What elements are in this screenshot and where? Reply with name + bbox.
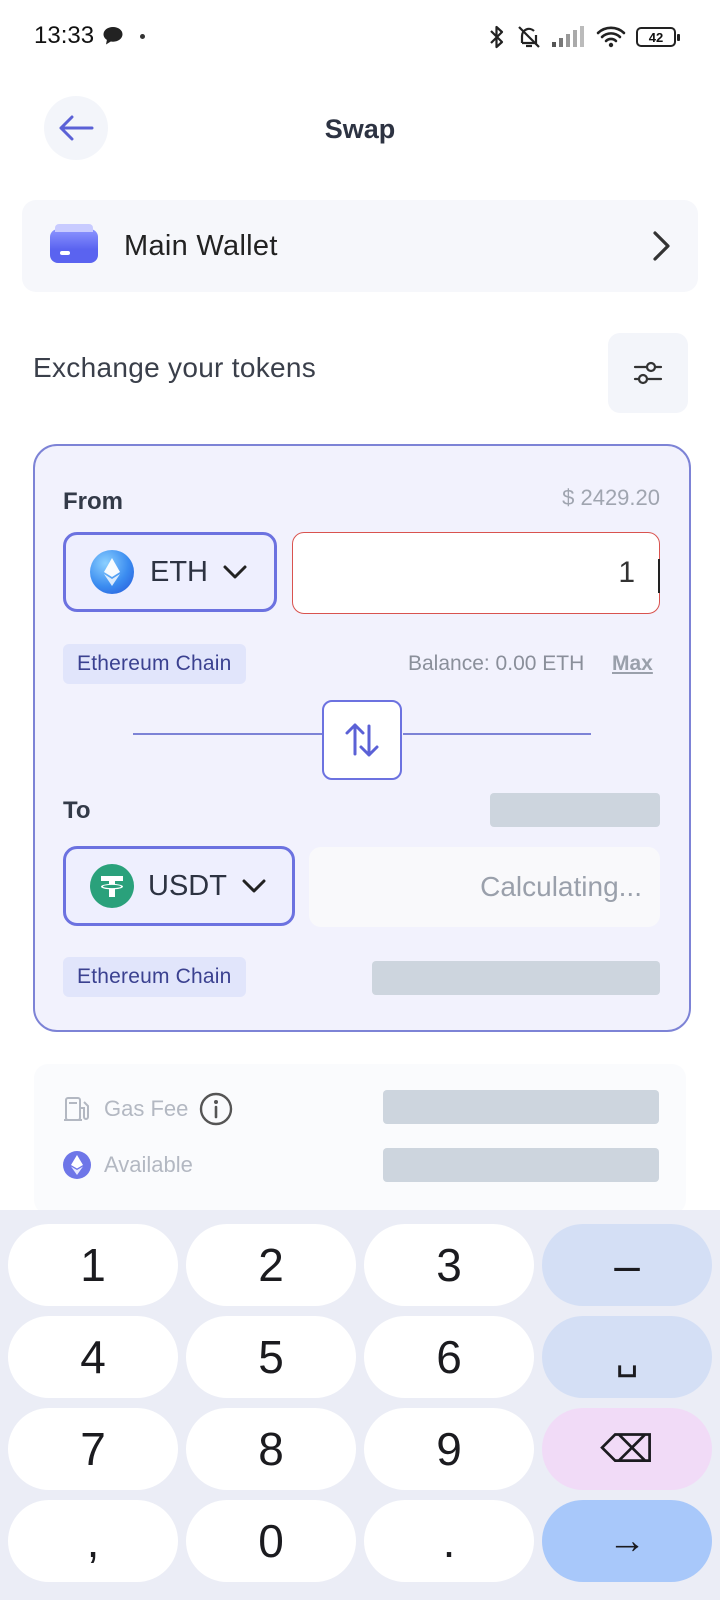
- key-2[interactable]: 2: [186, 1224, 356, 1306]
- key-8[interactable]: 8: [186, 1408, 356, 1490]
- key-enter[interactable]: →: [542, 1500, 712, 1582]
- from-chain-badge: Ethereum Chain: [63, 644, 246, 684]
- ethereum-icon: [63, 1151, 91, 1179]
- signal-icon: [552, 26, 584, 47]
- to-usd-skeleton: [490, 793, 660, 827]
- from-token-select[interactable]: ETH: [63, 532, 277, 612]
- from-balance: Balance: 0.00 ETH: [408, 652, 585, 675]
- to-chain-badge: Ethereum Chain: [63, 957, 246, 997]
- swap-settings-button[interactable]: [608, 333, 688, 413]
- gas-fee-skeleton: [383, 1090, 659, 1124]
- from-amount-input[interactable]: [292, 532, 660, 614]
- wifi-icon: [596, 26, 626, 48]
- gas-fee-label: Gas Fee: [104, 1096, 189, 1121]
- key-space[interactable]: ␣: [542, 1316, 712, 1398]
- available-skeleton: [383, 1148, 659, 1182]
- key-4[interactable]: 4: [8, 1316, 178, 1398]
- max-button[interactable]: Max: [612, 652, 653, 676]
- chevron-down-icon: [223, 565, 247, 579]
- fee-card: [34, 1064, 686, 1214]
- key-5[interactable]: 5: [186, 1316, 356, 1398]
- exchange-label: Exchange your tokens: [33, 352, 317, 383]
- to-balance-skeleton: [372, 961, 660, 995]
- key-comma[interactable]: ,: [8, 1500, 178, 1582]
- key-9[interactable]: 9: [364, 1408, 534, 1490]
- battery-indicator: 42: [636, 27, 680, 47]
- info-icon[interactable]: [198, 1091, 234, 1127]
- tether-icon: [90, 864, 134, 908]
- key-1[interactable]: 1: [8, 1224, 178, 1306]
- from-usd-value: $ 2429.20: [562, 485, 660, 510]
- ethereum-icon: [90, 550, 134, 594]
- sliders-icon: [633, 361, 663, 385]
- key-6[interactable]: 6: [364, 1316, 534, 1398]
- wallet-icon: [50, 224, 98, 263]
- key-period[interactable]: .: [364, 1500, 534, 1582]
- key-backspace[interactable]: ⌫: [542, 1408, 712, 1490]
- to-token-name: USDT: [148, 869, 227, 902]
- available-label: Available: [104, 1152, 193, 1177]
- gas-fee-row: Gas Fee: [62, 1091, 234, 1127]
- chat-notification-icon: [102, 26, 124, 51]
- bluetooth-icon: [490, 25, 504, 49]
- from-label: From: [63, 488, 123, 515]
- swap-vertical-icon: [345, 723, 379, 757]
- key-minus[interactable]: –: [542, 1224, 712, 1306]
- text-caret: [658, 559, 660, 593]
- status-dot: [140, 34, 145, 39]
- to-amount-output: Calculating...: [309, 847, 660, 927]
- wallet-name: Main Wallet: [124, 229, 278, 262]
- key-3[interactable]: 3: [364, 1224, 534, 1306]
- key-0[interactable]: 0: [186, 1500, 356, 1582]
- status-icons: 42: [488, 22, 680, 52]
- status-time: 13:33: [34, 22, 95, 49]
- fuel-pump-icon: [64, 1097, 89, 1121]
- chevron-down-icon: [242, 879, 266, 893]
- bell-off-icon: [518, 26, 540, 48]
- divider-right: [403, 733, 591, 735]
- from-token-name: ETH: [150, 555, 208, 588]
- numeric-keyboard: 1 2 3 – 4 5 6 ␣ 7 8 9 ⌫ , 0 . →: [0, 1210, 720, 1600]
- key-7[interactable]: 7: [8, 1408, 178, 1490]
- divider-left: [133, 733, 323, 735]
- page-title: Swap: [324, 114, 396, 144]
- chevron-right-icon: [653, 231, 670, 261]
- available-row: Available: [62, 1150, 193, 1180]
- to-label: To: [63, 797, 91, 824]
- to-token-select[interactable]: USDT: [63, 846, 295, 926]
- swap-direction-button[interactable]: [322, 700, 402, 780]
- wallet-selector[interactable]: Main Wallet: [22, 200, 698, 292]
